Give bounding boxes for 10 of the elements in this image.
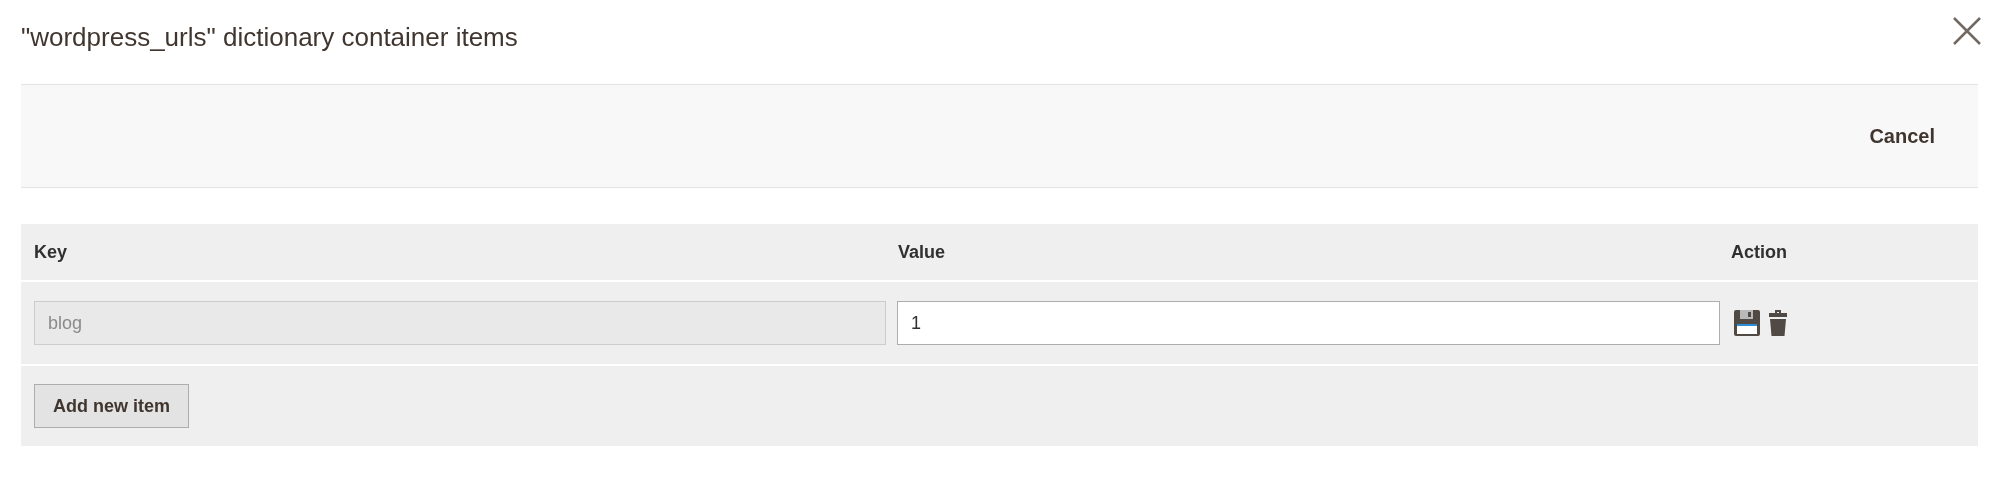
modal-title: "wordpress_urls" dictionary container items (21, 21, 518, 54)
close-icon[interactable] (1952, 16, 1982, 46)
save-icon[interactable] (1733, 309, 1761, 337)
value-field[interactable]: 1 (897, 301, 1720, 345)
column-header: Value (897, 240, 947, 264)
column-header: Key (33, 240, 69, 264)
delete-icon[interactable] (1767, 309, 1789, 337)
cancel-button[interactable]: Cancel (1869, 121, 1935, 151)
add-item-button[interactable]: Add new item (34, 384, 189, 428)
column-header: Action (1730, 240, 1788, 264)
